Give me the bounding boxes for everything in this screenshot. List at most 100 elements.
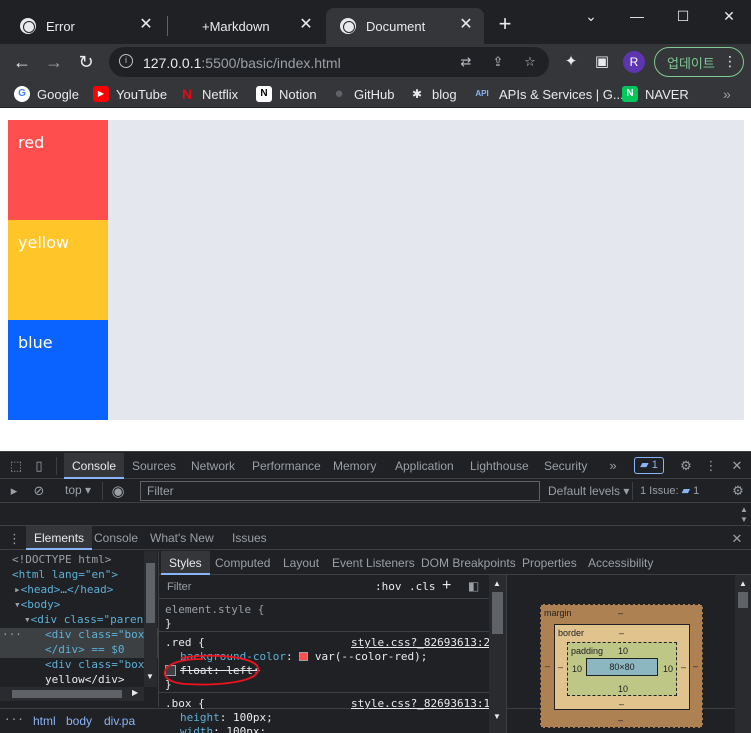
drawer-tab-console[interactable]: Console	[64, 453, 125, 479]
tab-styles[interactable]: Styles	[161, 551, 210, 575]
cls-toggle[interactable]: .cls	[409, 580, 436, 593]
box-model-margin[interactable]: margin – – – – border – – – – padding 10…	[540, 604, 703, 728]
breadcrumb-div-parent[interactable]: div.pa	[104, 714, 135, 728]
drawer-tab-sources[interactable]: Sources	[132, 453, 176, 479]
dom-ellipsis-icon[interactable]: ···	[2, 628, 22, 641]
tab-error[interactable]: Error ✕	[6, 8, 164, 44]
more-tabs-icon[interactable]: »	[606, 458, 620, 473]
dom-node-doctype[interactable]: <!DOCTYPE html>	[12, 553, 111, 566]
maximize-button[interactable]: ☐	[660, 2, 706, 30]
new-tab-button[interactable]: +	[494, 13, 516, 35]
tab-accessibility[interactable]: Accessibility	[588, 551, 653, 575]
customize-kebab-icon[interactable]: ⋮	[704, 458, 718, 474]
red-rule-selector[interactable]: .red {	[165, 636, 205, 649]
sidebar-toggle-icon[interactable]: ▸	[7, 483, 21, 499]
close-tab-icon[interactable]: ✕	[298, 17, 314, 33]
close-window-button[interactable]: ✕	[706, 2, 751, 30]
tab-document[interactable]: Document ✕	[326, 8, 484, 44]
bookmark-youtube[interactable]: ▶ YouTube	[93, 85, 167, 103]
device-toolbar-icon[interactable]: ▯	[31, 458, 47, 474]
box-rule-source-link[interactable]: style.css?_82693613:17	[351, 697, 489, 710]
bookmark-github[interactable]: ● GitHub	[331, 85, 394, 103]
drawer-tab-lighthouse[interactable]: Lighthouse	[470, 453, 529, 479]
dom-h-scrollbar[interactable]: ▶	[0, 687, 144, 701]
bookmark-google[interactable]: G Google	[14, 85, 79, 103]
red-rule-source-link[interactable]: style.css?_82693613:24	[351, 636, 489, 649]
color-swatch[interactable]	[299, 652, 309, 661]
drawer-tab-security[interactable]: Security	[544, 453, 587, 479]
menu-kebab-icon[interactable]: ⋮	[723, 53, 737, 70]
reload-button[interactable]: ↻	[74, 50, 98, 74]
tab-elements[interactable]: Elements	[26, 526, 93, 550]
tab-whats-new[interactable]: What's New	[150, 526, 214, 550]
console-filter-input[interactable]: Filter	[140, 481, 540, 501]
issues-counter[interactable]: 1 Issue: ▰ 1	[640, 484, 699, 497]
element-style-selector[interactable]: element.style {	[165, 603, 264, 616]
drawer-tab-application[interactable]: Application	[395, 453, 454, 479]
drawer-tab-network[interactable]: Network	[191, 453, 235, 479]
breadcrumb-ellipsis-icon[interactable]: ···	[4, 713, 24, 726]
address-bar[interactable]: i 127.0.0.1:5500/basic/index.html ⇄ ⇪ ☆	[109, 47, 549, 77]
dom-scrollbar[interactable]: ▼	[144, 551, 157, 687]
translate-icon[interactable]: ⇄	[458, 54, 474, 70]
profile-avatar[interactable]: R	[623, 51, 645, 73]
issues-badge[interactable]: ▰ 1	[634, 457, 664, 474]
styles-filter-input[interactable]: Filter	[162, 578, 367, 596]
dom-node-body[interactable]: ▾<body>	[14, 598, 60, 611]
drawer-tab-memory[interactable]: Memory	[333, 453, 376, 479]
minimize-button[interactable]: —	[614, 2, 660, 30]
tab-event-listeners[interactable]: Event Listeners	[332, 551, 415, 575]
toggle-computed-sidebar-icon[interactable]: ◧	[468, 579, 479, 593]
url-text[interactable]: 127.0.0.1:5500/basic/index.html	[143, 55, 341, 71]
more-bookmarks-icon[interactable]: »	[723, 85, 731, 103]
box-model-border[interactable]: border – – – – padding 10 10 10 10 80×80	[554, 624, 690, 710]
breadcrumb-html[interactable]: html	[33, 714, 56, 728]
tab-dom-breakpoints[interactable]: DOM Breakpoints	[421, 551, 516, 575]
bookmark-apis[interactable]: API APIs & Services | G...	[472, 85, 623, 103]
bookmark-blog[interactable]: ✱ blog	[409, 85, 457, 103]
new-style-rule-icon[interactable]: +	[442, 577, 451, 595]
tab-console[interactable]: Console	[94, 526, 138, 550]
settings-gear-icon[interactable]: ⚙	[678, 458, 694, 474]
bookmark-naver[interactable]: N NAVER	[622, 85, 689, 103]
bookmark-netflix[interactable]: N Netflix	[179, 85, 238, 103]
inspect-element-icon[interactable]: ⬚	[8, 458, 24, 474]
tab-markdown[interactable]: +Markdown ✕	[168, 8, 324, 44]
dom-node-html[interactable]: <html lang="en">	[12, 568, 118, 581]
breadcrumb-body[interactable]: body	[66, 714, 92, 728]
forward-button[interactable]: →	[42, 50, 66, 74]
live-expression-eye-icon[interactable]: ◉	[109, 482, 127, 500]
dom-node-parent-div[interactable]: ▾<div class="parent	[24, 613, 150, 626]
drawer-tab-performance[interactable]: Performance	[252, 453, 321, 479]
clear-console-icon[interactable]: ⊘	[32, 483, 46, 499]
back-button[interactable]: ←	[10, 50, 34, 74]
tab-computed[interactable]: Computed	[215, 551, 270, 575]
tab-properties[interactable]: Properties	[522, 551, 577, 575]
log-levels-dropdown[interactable]: Default levels ▾	[548, 484, 629, 498]
styles-scrollbar[interactable]: ▲ ▼	[489, 575, 506, 733]
close-tab-icon[interactable]: ✕	[138, 17, 154, 33]
console-scroll-arrows[interactable]: ▲ ▼	[740, 505, 750, 525]
tab-search-chevron-icon[interactable]: ⌄	[568, 2, 614, 30]
bookmark-star-icon[interactable]: ☆	[522, 54, 538, 70]
close-devtools-icon[interactable]: ✕	[730, 458, 744, 474]
box-model-scrollbar[interactable]: ▲	[735, 575, 751, 733]
dom-node-head[interactable]: ▸<head>…</head>	[14, 583, 113, 596]
extensions-icon[interactable]: ✦	[561, 52, 581, 72]
side-panel-icon[interactable]: ▣	[592, 52, 612, 72]
box-model-content[interactable]: 80×80	[586, 658, 658, 676]
box-rule-selector[interactable]: .box {	[165, 697, 205, 710]
dom-node-red-close[interactable]: </div> == $0	[45, 643, 124, 656]
context-selector[interactable]: top ▾	[65, 483, 91, 497]
console-settings-gear-icon[interactable]: ⚙	[730, 483, 746, 499]
tab-layout[interactable]: Layout	[283, 551, 319, 575]
close-tab-icon[interactable]: ✕	[458, 17, 474, 33]
dom-node-yellow-text[interactable]: yellow</div>	[45, 673, 124, 686]
hov-toggle[interactable]: :hov	[375, 580, 402, 593]
dom-node-yellow-box[interactable]: <div class="box	[45, 658, 144, 671]
drawer-kebab-icon[interactable]: ⋮	[8, 531, 21, 547]
update-button[interactable]: 업데이트 ⋮	[654, 47, 744, 77]
share-icon[interactable]: ⇪	[490, 54, 506, 70]
close-drawer-icon[interactable]: ✕	[730, 531, 744, 547]
dom-node-red-box[interactable]: <div class="box r	[45, 628, 158, 641]
